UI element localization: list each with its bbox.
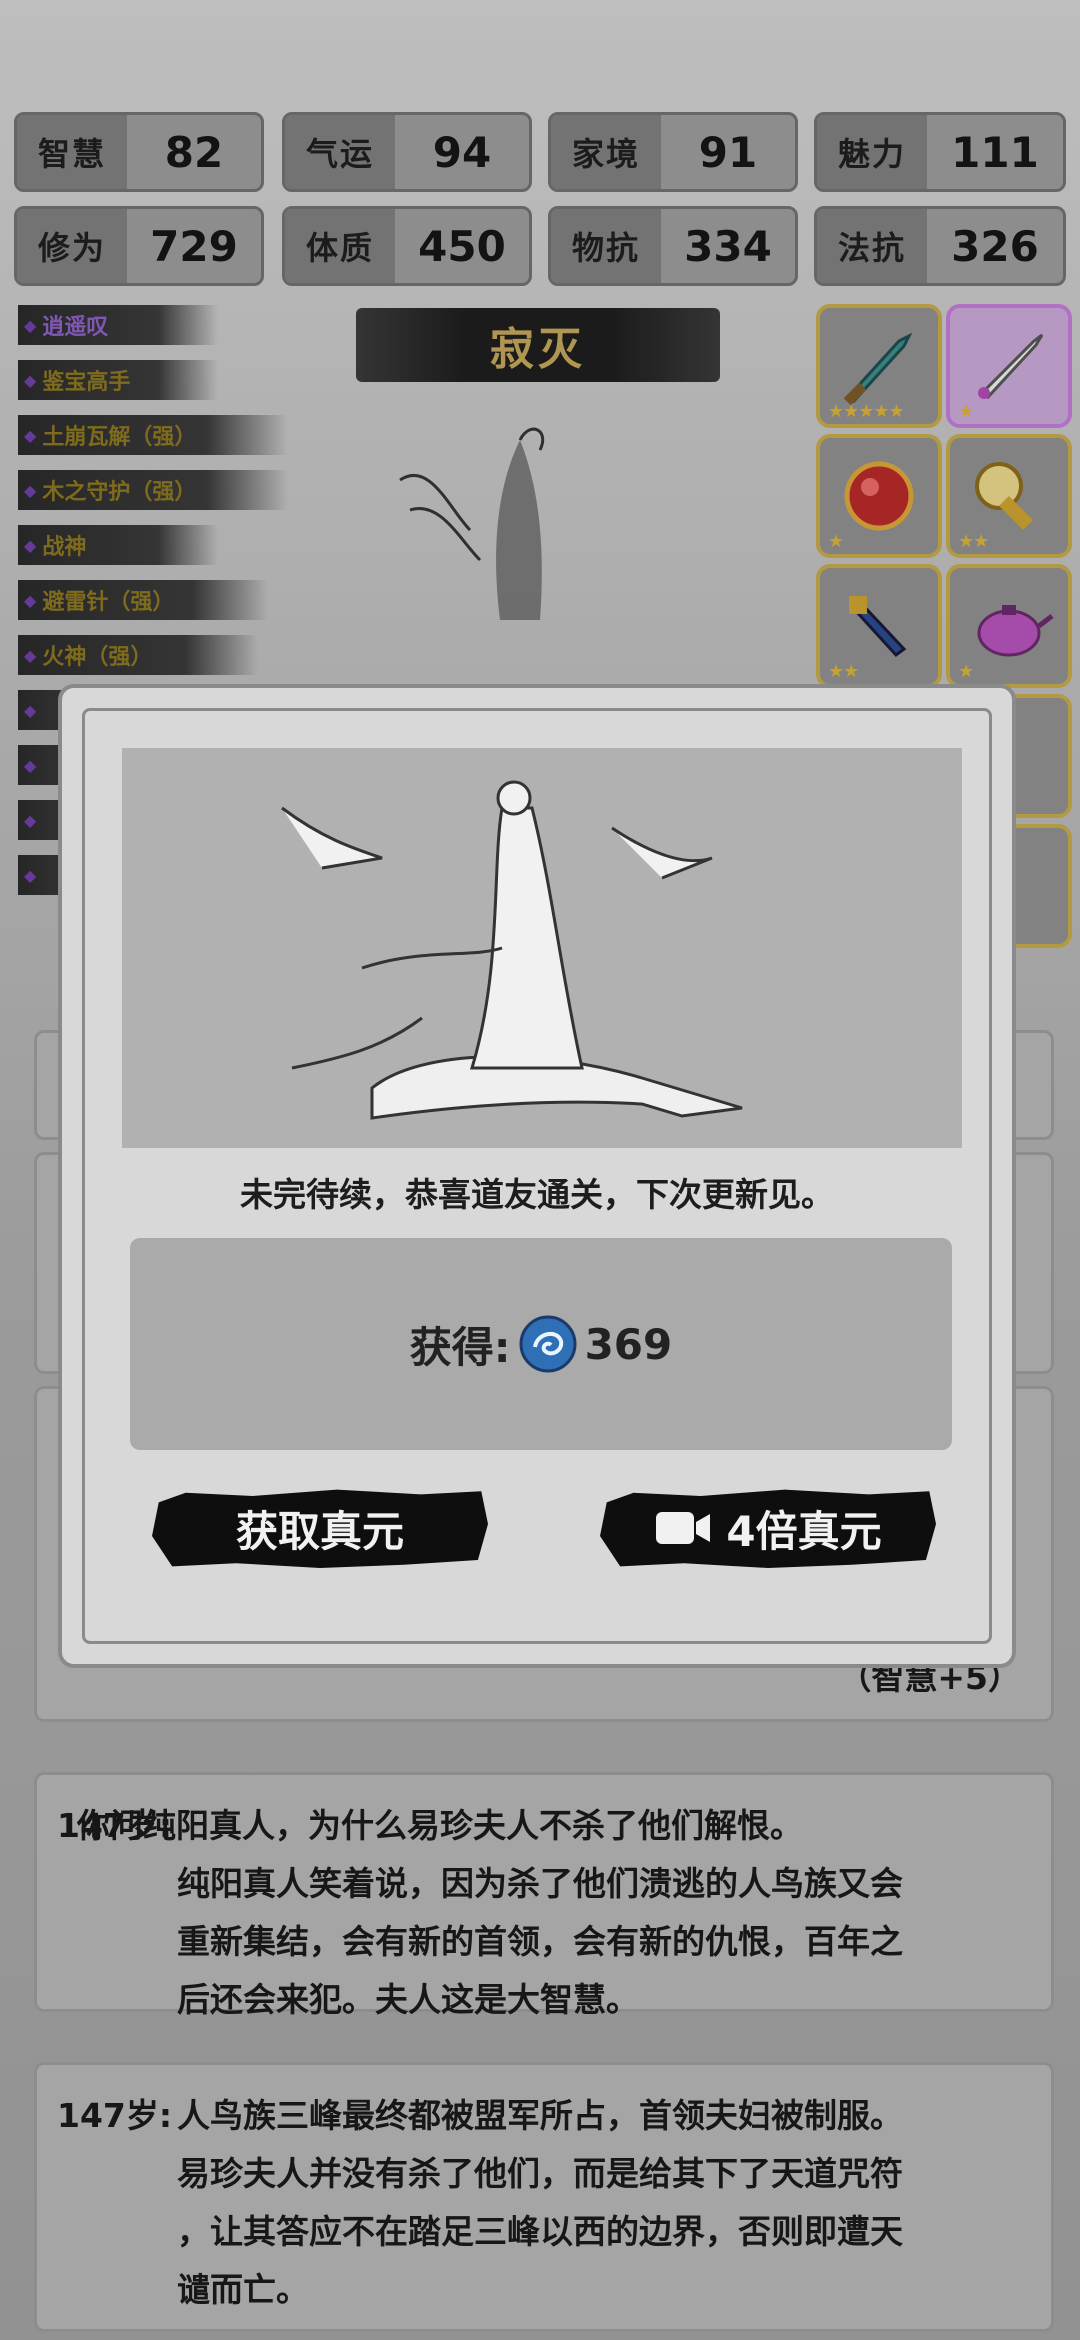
reward-panel: 获得: 369 (130, 1238, 952, 1450)
video-icon (656, 1512, 711, 1544)
dialog-message: 未完待续，恭喜道友通关，下次更新见。 (240, 1175, 834, 1214)
get-essence-button[interactable]: 获取真元 (152, 1489, 488, 1568)
quadruple-essence-button[interactable]: 4倍真元 (600, 1489, 936, 1568)
reward-value: 369 (584, 1319, 673, 1369)
completion-dialog: 未完待续，恭喜道友通关，下次更新见。 获得: 369 获取真元 4倍真元 (58, 684, 1016, 1668)
immortal-crane-illustration (122, 748, 962, 1148)
reward-label: 获得: (409, 1322, 511, 1372)
true-essence-icon (519, 1315, 577, 1373)
